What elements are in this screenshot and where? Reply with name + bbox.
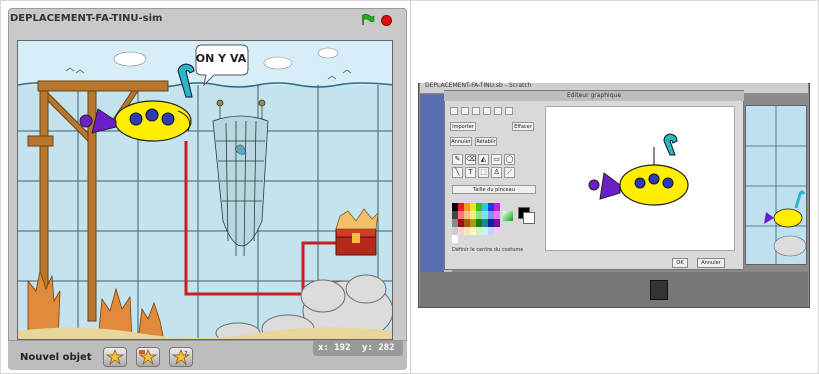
stage-canvas[interactable]	[17, 40, 393, 340]
ellipse-tool-icon[interactable]: ◯	[504, 154, 515, 165]
rotate-left-icon[interactable]	[450, 107, 458, 115]
fill-bucket-icon[interactable]: ◭	[478, 154, 489, 165]
gradient-icon[interactable]	[503, 211, 513, 221]
brush-size-selector[interactable]: Taille du pinceau	[452, 185, 536, 194]
panel-divider	[410, 0, 411, 374]
eraser-icon[interactable]: ⌫	[465, 154, 476, 165]
paint-editor-title-bar: Editeur graphique	[444, 91, 744, 101]
ok-button[interactable]: OK	[672, 258, 688, 268]
costume-drawing	[588, 133, 689, 206]
import-button[interactable]: Importer	[450, 122, 476, 131]
cancel-button[interactable]: Annuler	[697, 258, 725, 268]
new-object-label: Nouvel objet	[20, 352, 92, 363]
color-palette[interactable]	[452, 203, 500, 243]
rectangle-tool-icon[interactable]: ▭	[491, 154, 502, 165]
mini-stage	[745, 105, 807, 265]
speech-bubble-text: ON Y VA	[195, 52, 247, 65]
y-coordinate: y: 282	[362, 343, 395, 353]
line-tool-icon[interactable]: ╲	[452, 167, 463, 178]
x-coordinate: x: 192	[318, 343, 351, 353]
select-tool-icon[interactable]: ⬚	[478, 167, 489, 178]
zoom-out-icon[interactable]	[505, 107, 513, 115]
random-sprite-button[interactable]: ?	[169, 347, 193, 367]
rotate-right-icon[interactable]	[461, 107, 469, 115]
paint-canvas[interactable]	[545, 106, 735, 251]
paint-new-sprite-button[interactable]	[103, 347, 127, 367]
zoom-in-icon[interactable]	[494, 107, 502, 115]
stamp-tool-icon[interactable]: ♙	[491, 167, 502, 178]
stop-icon[interactable]	[381, 15, 392, 26]
sprite-list-area	[420, 272, 808, 307]
svg-text:?: ?	[184, 350, 188, 358]
flip-vertical-icon[interactable]	[483, 107, 491, 115]
eyedropper-icon[interactable]: ⟋	[504, 167, 515, 178]
flip-horizontal-icon[interactable]	[472, 107, 480, 115]
scratch-window-title: DEPLACEMENT-FA-TINU.sb - Scratch	[425, 82, 532, 89]
choose-sprite-button[interactable]	[136, 347, 160, 367]
paintbrush-icon[interactable]: ✎	[452, 154, 463, 165]
paint-editor-title: Editeur graphique	[566, 92, 622, 99]
stage-title: DEPLACEMENT-FA-TINU-sim	[10, 13, 163, 24]
text-tool-icon[interactable]: T	[465, 167, 476, 178]
set-costume-center-label[interactable]: Définir le centre du costume	[452, 247, 523, 253]
redo-button[interactable]: Rétablir	[475, 137, 497, 146]
green-flag-icon[interactable]	[361, 14, 375, 26]
sprite-thumbnail[interactable]	[650, 280, 668, 300]
stage-scene	[18, 41, 392, 339]
secondary-color-swatch[interactable]	[523, 212, 535, 224]
undo-button[interactable]: Annuler	[450, 137, 472, 146]
clear-button[interactable]: Effacer	[512, 122, 534, 131]
